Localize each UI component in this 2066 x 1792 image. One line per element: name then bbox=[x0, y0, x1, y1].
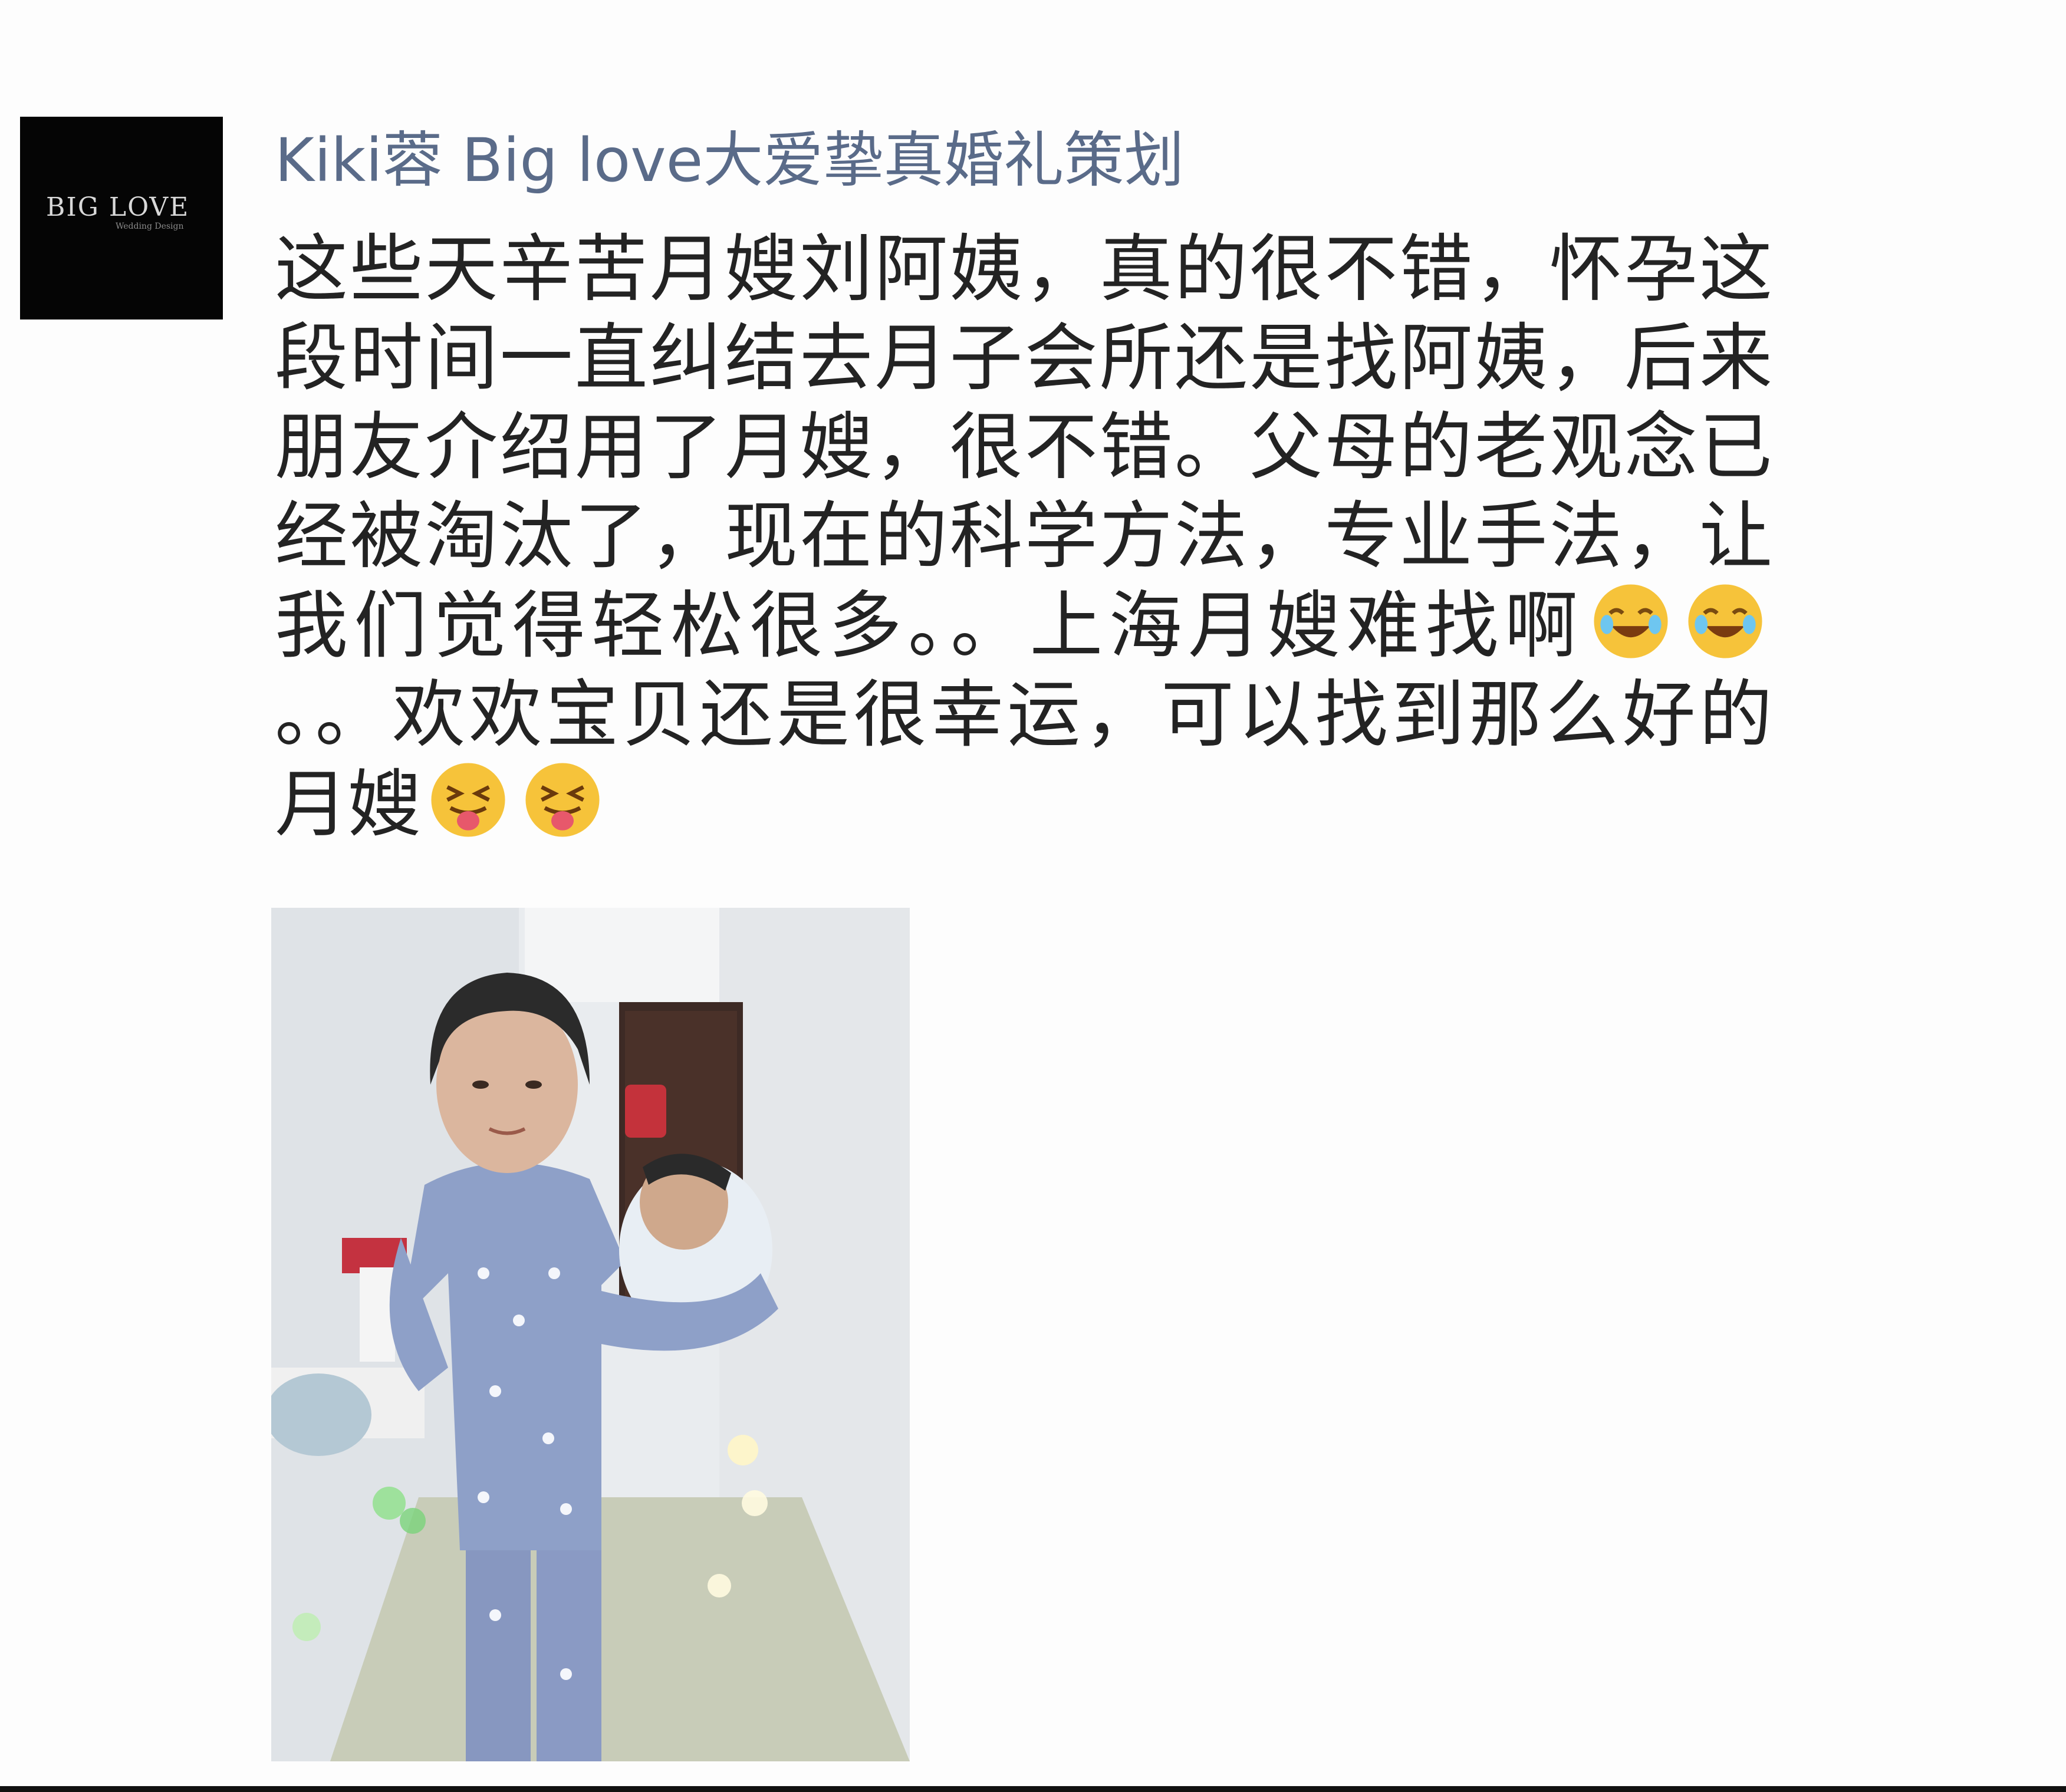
post-text-part1: 这些天辛苦月嫂刘阿姨，真的很不错，怀孕这段时间一直纠结去月子会所还是找阿姨，后来… bbox=[275, 227, 1772, 668]
tongue-out-emoji-1 bbox=[428, 760, 508, 840]
laughing-tears-emoji-1 bbox=[1591, 581, 1671, 661]
avatar-logo-text: BIG LOVE bbox=[46, 192, 190, 222]
tongue-out-emoji-2 bbox=[522, 760, 603, 840]
laughing-tears-emoji-2 bbox=[1685, 581, 1765, 661]
username[interactable]: Kiki蓉 Big love大爱挚真婚礼策划 bbox=[275, 123, 1184, 199]
photo-illustration bbox=[271, 908, 910, 1761]
bottom-bar bbox=[0, 1786, 2066, 1792]
avatar-logo-subtext: Wedding Design bbox=[116, 222, 184, 231]
avatar-logo: BIG LOVE Wedding Design bbox=[46, 192, 211, 245]
post-text: 这些天辛苦月嫂刘阿姨，真的很不错，怀孕这段时间一直纠结去月子会所还是找阿姨，后来… bbox=[275, 225, 1772, 849]
avatar[interactable]: BIG LOVE Wedding Design bbox=[20, 117, 223, 319]
post-photo[interactable] bbox=[271, 908, 910, 1761]
